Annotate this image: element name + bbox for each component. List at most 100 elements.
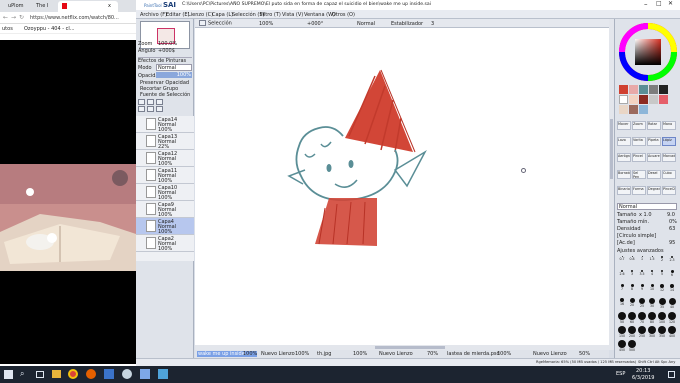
layer-row[interactable]: Capa9 Normal 100% (136, 201, 194, 218)
merge-down-icon[interactable] (138, 105, 145, 112)
tool-eraser[interactable]: Borrador (617, 169, 631, 179)
brush-size-preset[interactable]: 0.7 (617, 255, 627, 269)
blend-mode-select[interactable]: Normal (357, 21, 375, 27)
swatch-pink[interactable] (629, 85, 638, 94)
brush-size-preset[interactable]: 40 (667, 297, 677, 311)
tool-airbrush[interactable]: Aerógrafo (617, 153, 631, 163)
brush-size-preset[interactable]: 5 (657, 269, 667, 283)
menu-otros[interactable]: Otros (O) (332, 12, 355, 18)
clear-layer-icon[interactable] (147, 105, 154, 112)
close-icon[interactable]: ✕ (668, 0, 673, 7)
color-wheel[interactable] (619, 23, 677, 81)
firefox-icon[interactable] (86, 369, 96, 379)
language-indicator[interactable]: ESP (616, 371, 625, 377)
doc-tab[interactable]: Nuevo Lienzo (379, 351, 413, 357)
swatch-white[interactable] (619, 95, 628, 104)
brush-size-preset[interactable]: 50 (617, 311, 627, 325)
layer-row[interactable]: Capa11 Normal 100% (136, 167, 194, 184)
brush-size-preset[interactable]: 300 (647, 325, 657, 339)
tool-rotate[interactable]: Rotar (647, 121, 661, 130)
minimize-icon[interactable]: – (644, 0, 648, 8)
brush-size-preset[interactable]: 250 (637, 325, 647, 339)
brush-size-preset[interactable]: 350 (657, 325, 667, 339)
brush-size-preset[interactable]: 20 (627, 297, 637, 311)
min-size-value[interactable]: 0% (669, 219, 677, 225)
brush-size-preset[interactable]: 200 (627, 325, 637, 339)
close-tab-icon[interactable]: x (108, 3, 111, 9)
swatch-brown[interactable] (629, 105, 638, 114)
brush-size-preset[interactable]: 1.5 (647, 255, 657, 269)
brush-size-preset[interactable]: 35 (657, 297, 667, 311)
zoom-value[interactable]: 100.0% (158, 41, 177, 47)
tool-gradient[interactable]: Degradado (647, 185, 661, 195)
tool-move[interactable]: Mover (617, 121, 631, 130)
forward-icon[interactable]: → (11, 14, 16, 21)
brush-size-preset[interactable]: 150 (617, 325, 627, 339)
menu-editar[interactable]: Editar (E) (166, 12, 189, 18)
browser-tab[interactable]: The I (36, 3, 48, 9)
taskbar-app-icon[interactable] (158, 369, 168, 379)
brush-size-preset[interactable]: 0.8 (627, 255, 637, 269)
tool-hand[interactable]: Mano (662, 121, 676, 130)
layer-row[interactable]: Capa10 Normal 100% (136, 184, 194, 201)
tool-brush[interactable]: Pincel (632, 153, 646, 163)
menu-capa[interactable]: Capa (L) (212, 12, 233, 18)
menu-lienzo[interactable]: Lienzo (C) (188, 12, 213, 18)
notification-icon[interactable] (668, 371, 675, 378)
brush-size-preset[interactable]: 3 (627, 269, 637, 283)
tool-shape[interactable]: Forma (632, 185, 646, 195)
brush-size-preset[interactable]: 2.6 (617, 269, 627, 283)
new-folder-icon[interactable] (147, 99, 154, 105)
swatch-rose[interactable] (659, 95, 668, 104)
layer-row[interactable]: Capa14 Normal 100% (136, 116, 194, 133)
explorer-icon[interactable] (52, 370, 61, 378)
selection-source-checkbox[interactable]: Fuente de Selección (140, 92, 190, 98)
new-mask-icon[interactable] (156, 99, 163, 105)
swatch-teal[interactable] (639, 85, 648, 94)
stabilizer-select[interactable]: 3 (431, 21, 434, 27)
menu-ventana[interactable]: Ventana (W) (304, 12, 335, 18)
doc-tab[interactable]: Nuevo Lienzo (261, 351, 295, 357)
angle-value[interactable]: +000$ (158, 48, 175, 54)
brush-mode-select[interactable]: Normal (617, 203, 677, 210)
brush-shape-select[interactable]: [Circulo simple] (617, 233, 656, 239)
app-icon[interactable] (104, 369, 114, 379)
swatch-darkred[interactable] (639, 95, 648, 104)
doc-tab[interactable]: lastea de mierda.psd (447, 351, 500, 357)
angle-field[interactable]: +000° (307, 21, 323, 27)
steam-icon[interactable] (122, 369, 132, 379)
swatch-black[interactable] (659, 85, 668, 94)
clock-time[interactable]: 20:13 (636, 368, 650, 374)
brush-texture-select[interactable]: [Ac.de] (617, 240, 635, 246)
brush-size-preset[interactable]: 120 (667, 311, 677, 325)
brush-size-preset[interactable]: 25 (637, 297, 647, 311)
tool-deselect[interactable]: Desel (647, 169, 661, 179)
swatch-grey[interactable] (649, 85, 658, 94)
layer-row[interactable]: Capa12 Normal 100% (136, 150, 194, 167)
menu-vista[interactable]: Vista (V) (282, 12, 303, 18)
back-icon[interactable]: ← (3, 14, 8, 21)
brush-size-preset[interactable]: 4 (647, 269, 657, 283)
density-value[interactable]: 63 (669, 226, 675, 232)
tool-pencil[interactable]: Lápiz (662, 137, 676, 147)
brush-size-preset[interactable]: 60 (627, 311, 637, 325)
brush-size-preset[interactable]: 450 (617, 339, 627, 353)
zoom-field[interactable]: 100% (259, 21, 273, 27)
tool-bucket[interactable]: Cubo (662, 169, 676, 179)
brush-size-preset[interactable]: 2 (657, 255, 667, 269)
swatch-lightgrey[interactable] (649, 95, 658, 104)
tool-selpen[interactable]: Sel Pen (632, 169, 646, 179)
doc-tab[interactable]: Nuevo Lienzo (533, 351, 567, 357)
address-bar[interactable]: ← → ↻ https://www.netflix.com/watch/80..… (0, 12, 136, 24)
doc-tab[interactable]: th.jpg (317, 351, 331, 357)
layer-row-selected[interactable]: Capa4 Normal 100% (136, 218, 194, 235)
search-icon[interactable]: ⌕ (20, 369, 24, 379)
swatch-skin[interactable] (629, 95, 638, 104)
brush-size-preset[interactable]: 400 (667, 325, 677, 339)
scroll-thumb[interactable] (375, 346, 445, 349)
selection-checkbox[interactable]: Selección (199, 20, 232, 27)
new-layer-icon[interactable] (138, 99, 145, 105)
taskview-icon[interactable] (36, 371, 44, 378)
bookmark-item[interactable]: utos (2, 26, 13, 32)
brush-size-preset[interactable]: 500 (627, 339, 637, 353)
